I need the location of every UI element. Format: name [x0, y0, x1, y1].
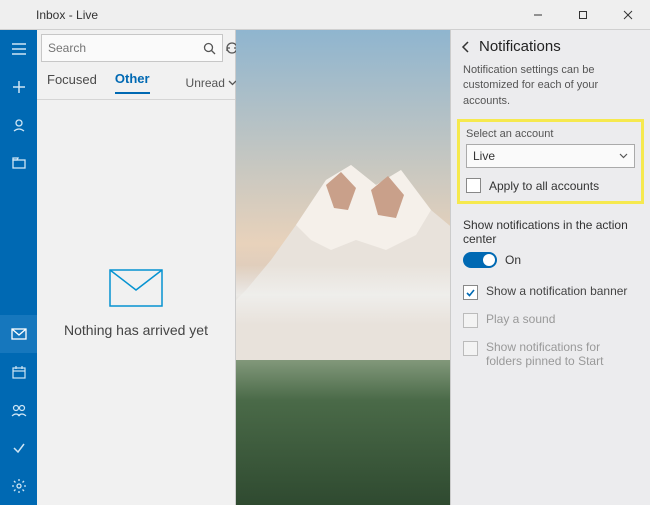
- people-app-icon[interactable]: [0, 391, 37, 429]
- filter-label: Unread: [186, 76, 225, 90]
- close-button[interactable]: [605, 0, 650, 30]
- toggle-state: On: [505, 253, 521, 267]
- reading-pane-background: [236, 30, 450, 505]
- window-title: Inbox - Live: [0, 8, 515, 22]
- new-mail-icon[interactable]: [0, 68, 37, 106]
- back-button[interactable]: [461, 41, 471, 53]
- search-icon: [203, 42, 216, 55]
- titlebar: Inbox - Live: [0, 0, 650, 30]
- chevron-down-icon: [619, 153, 628, 159]
- minimize-button[interactable]: [515, 0, 560, 30]
- search-input[interactable]: [48, 41, 203, 55]
- account-select-value: Live: [473, 149, 495, 163]
- empty-message: Nothing has arrived yet: [64, 322, 208, 338]
- mail-app-icon[interactable]: [0, 315, 37, 353]
- inbox-tabs: Focused Other Unread: [37, 66, 235, 100]
- apply-all-row[interactable]: Apply to all accounts: [466, 178, 635, 193]
- panel-subtitle: Notification settings can be customized …: [451, 59, 650, 117]
- option-pinned-folders[interactable]: Show notifications for folders pinned to…: [451, 334, 650, 374]
- maximize-button[interactable]: [560, 0, 605, 30]
- menu-icon[interactable]: [0, 30, 37, 68]
- tab-other[interactable]: Other: [115, 71, 150, 94]
- action-center-toggle[interactable]: On: [463, 252, 638, 268]
- nav-rail: [0, 30, 37, 505]
- message-list-pane: Focused Other Unread Nothing has arrived…: [37, 30, 236, 505]
- account-select[interactable]: Live: [466, 144, 635, 168]
- apply-all-checkbox[interactable]: [466, 178, 481, 193]
- pinned-label: Show notifications for folders pinned to…: [486, 340, 638, 368]
- select-account-label: Select an account: [466, 128, 635, 140]
- envelope-icon: [108, 268, 164, 308]
- sound-label: Play a sound: [486, 312, 555, 326]
- filter-unread[interactable]: Unread: [186, 76, 237, 90]
- folders-icon[interactable]: [0, 144, 37, 182]
- notifications-panel: Notifications Notification settings can …: [450, 30, 650, 505]
- option-sound[interactable]: Play a sound: [451, 306, 650, 334]
- toggle-track: [463, 252, 497, 268]
- panel-title: Notifications: [479, 38, 561, 55]
- accounts-icon[interactable]: [0, 106, 37, 144]
- search-row: [37, 30, 235, 66]
- todo-app-icon[interactable]: [0, 429, 37, 467]
- option-banner[interactable]: Show a notification banner: [451, 278, 650, 306]
- apply-all-label: Apply to all accounts: [489, 179, 599, 193]
- search-box[interactable]: [41, 34, 223, 62]
- account-selector-highlight: Select an account Live Apply to all acco…: [457, 119, 644, 204]
- empty-state: Nothing has arrived yet: [37, 100, 235, 505]
- pinned-checkbox[interactable]: [463, 341, 478, 356]
- settings-icon[interactable]: [0, 467, 37, 505]
- panel-header: Notifications: [451, 30, 650, 59]
- mail-window: Inbox - Live: [0, 0, 650, 505]
- window-controls: [515, 0, 650, 30]
- banner-checkbox[interactable]: [463, 285, 478, 300]
- banner-label: Show a notification banner: [486, 284, 627, 298]
- tab-focused[interactable]: Focused: [47, 72, 97, 93]
- action-center-label: Show notifications in the action center: [451, 212, 650, 250]
- calendar-app-icon[interactable]: [0, 353, 37, 391]
- sound-checkbox[interactable]: [463, 313, 478, 328]
